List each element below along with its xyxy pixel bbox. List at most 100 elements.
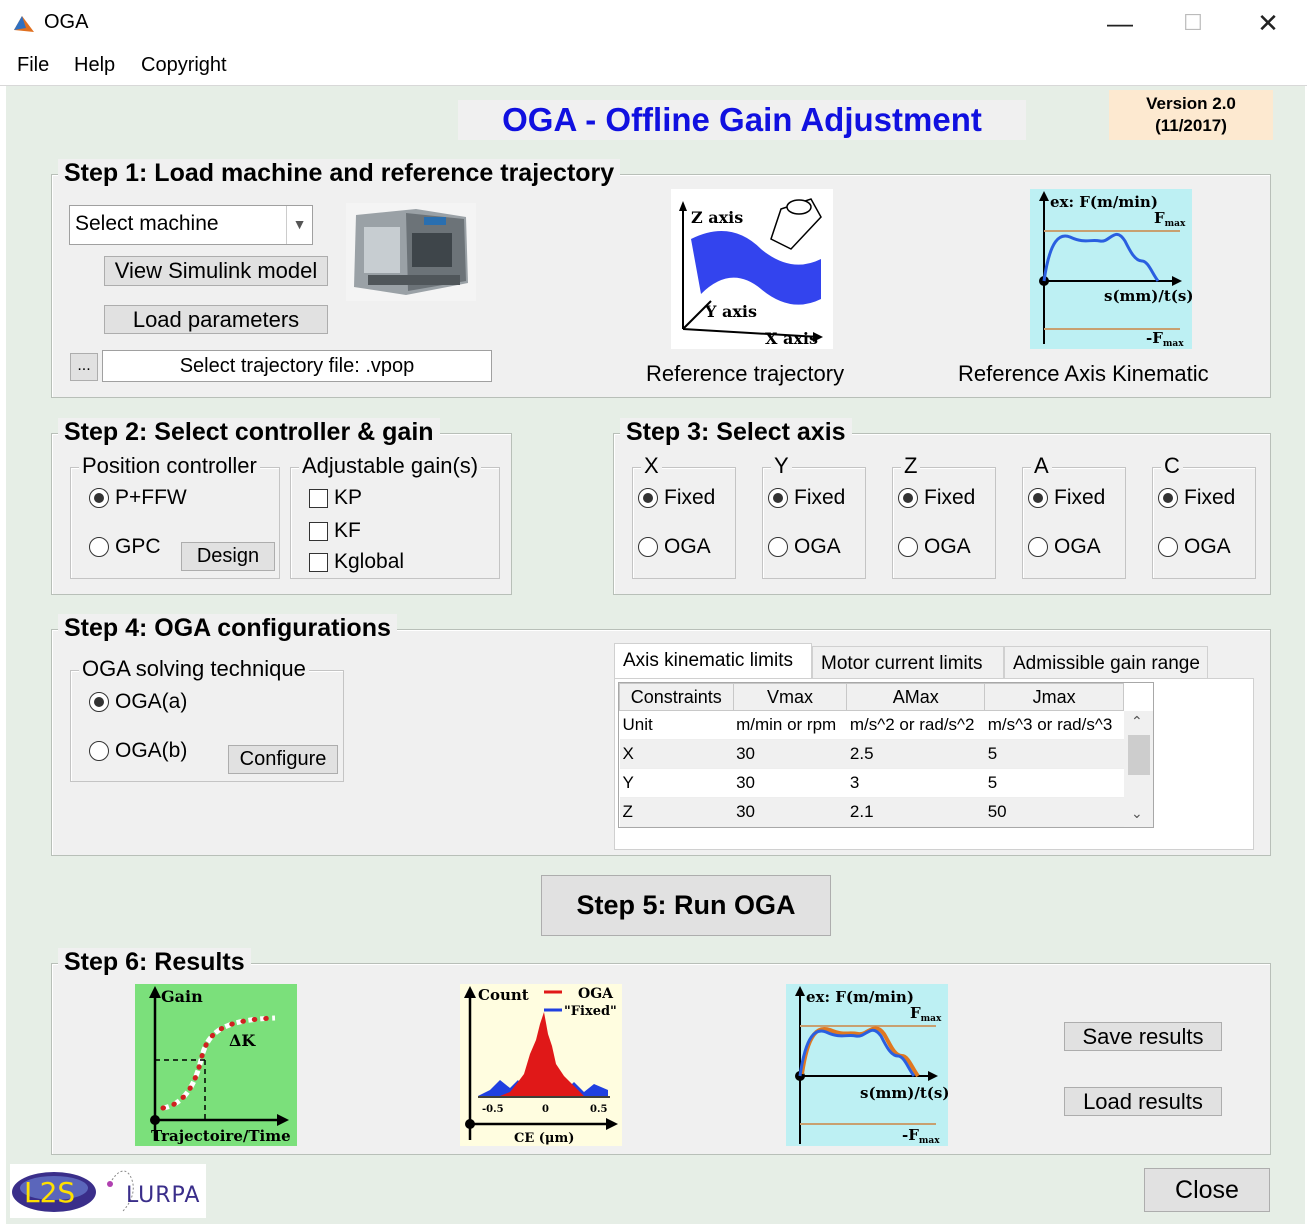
scroll-thumb[interactable] <box>1128 735 1150 775</box>
checkbox-kf[interactable]: KF <box>309 519 361 543</box>
checkbox-kglobal[interactable]: Kglobal <box>309 550 404 574</box>
menu-bar: File Help Copyright <box>0 46 1307 86</box>
browse-trajectory-button[interactable]: ... <box>70 353 98 381</box>
radio-oga[interactable]: OGA <box>1028 535 1101 559</box>
radio-oga-b-label: OGA(b) <box>115 739 188 762</box>
tab-axis-kinematic-limits[interactable]: Axis kinematic limits <box>614 643 812 679</box>
radio-fixed[interactable]: Fixed <box>1158 486 1235 510</box>
radio-fixed[interactable]: Fixed <box>638 486 715 510</box>
menu-file[interactable]: File <box>17 54 49 77</box>
position-controller-group: Position controller P+FFW GPC Design <box>70 453 280 579</box>
table-cell[interactable]: Y <box>619 768 734 798</box>
table-cell[interactable]: 3 <box>846 768 985 798</box>
ref-trajectory-caption: Reference trajectory <box>646 361 845 386</box>
radio-dot <box>1028 488 1048 508</box>
configure-button[interactable]: Configure <box>228 745 338 774</box>
radio-oga-a[interactable]: OGA(a) <box>89 690 187 714</box>
load-results-button[interactable]: Load results <box>1064 1087 1222 1116</box>
column-header: Vmax <box>732 683 848 711</box>
version-text: Version 2.0 <box>1146 94 1236 113</box>
tab-motor-current-limits[interactable]: Motor current limits <box>812 646 1004 680</box>
radio-gpc[interactable]: GPC <box>89 535 161 559</box>
table-cell[interactable]: 50 <box>984 797 1124 827</box>
radio-oga[interactable]: OGA <box>768 535 841 559</box>
oga-solving-group: OGA solving technique OGA(a) OGA(b) Conf… <box>70 656 344 782</box>
hist-legend-fixed: "Fixed" <box>564 1004 617 1019</box>
step3-title: Step 3: Select axis <box>620 418 852 447</box>
tab-admissible-gain-range[interactable]: Admissible gain range <box>1004 646 1208 680</box>
table-cell[interactable]: 30 <box>733 739 847 769</box>
hist-tick-pos: 0.5 <box>590 1104 607 1115</box>
table-cell[interactable]: X <box>619 739 734 769</box>
machine-select[interactable]: Select machine ▼ <box>69 205 313 245</box>
axis-group-c: C Fixed OGA <box>1152 453 1256 579</box>
radio-oga[interactable]: OGA <box>898 535 971 559</box>
radio-dot <box>638 537 658 557</box>
radio-oga[interactable]: OGA <box>638 535 711 559</box>
maximize-button[interactable]: ☐ <box>1170 4 1216 42</box>
table-cell[interactable]: 2.5 <box>846 739 985 769</box>
radio-oga-label: OGA <box>794 535 841 558</box>
close-button[interactable]: Close <box>1144 1168 1270 1212</box>
close-window-button[interactable]: ✕ <box>1245 4 1291 42</box>
machine-image <box>346 203 476 301</box>
radio-fixed[interactable]: Fixed <box>898 486 975 510</box>
axis-label: Z <box>901 453 921 479</box>
radio-dot <box>89 741 109 761</box>
kin2-x-label: s(mm)/t(s) <box>860 1084 948 1102</box>
figure-area: OGA - Offline Gain Adjustment Version 2.… <box>6 86 1305 1224</box>
axis-label: X <box>641 453 662 479</box>
radio-dot <box>638 488 658 508</box>
step4-panel: Step 4: OGA configurations OGA solving t… <box>51 614 1271 856</box>
table-cell[interactable]: Z <box>619 797 734 827</box>
table-cell[interactable]: 5 <box>984 768 1124 798</box>
table-cell[interactable]: m/s^3 or rad/s^3 <box>984 710 1124 740</box>
save-results-button[interactable]: Save results <box>1064 1022 1222 1051</box>
radio-oga-b[interactable]: OGA(b) <box>89 739 187 763</box>
reference-trajectory-image: Z axis Y axis X axis <box>671 189 833 349</box>
table-cell[interactable]: 2.1 <box>846 797 985 827</box>
load-parameters-button[interactable]: Load parameters <box>104 305 328 334</box>
run-oga-button[interactable]: Step 5: Run OGA <box>541 875 831 936</box>
radio-fixed[interactable]: Fixed <box>768 486 845 510</box>
radio-dot <box>1158 537 1178 557</box>
table-row[interactable]: Z 30 2.1 50 <box>619 797 1124 827</box>
table-cell[interactable]: 30 <box>733 797 847 827</box>
menu-copyright[interactable]: Copyright <box>141 54 227 77</box>
table-row[interactable]: Unit m/min or rpm m/s^2 or rad/s^2 m/s^3 or… <box>619 710 1124 740</box>
trajectory-file-field[interactable]: Select trajectory file: .vpop <box>102 350 492 382</box>
scroll-down-icon[interactable]: ⌄ <box>1131 805 1143 822</box>
table-cell[interactable]: 30 <box>733 768 847 798</box>
tab-content: Constraints Vmax AMax Jmax Unit m/min or rpm… <box>614 678 1254 850</box>
radio-fixed[interactable]: Fixed <box>1028 486 1105 510</box>
radio-oga-label: OGA <box>1184 535 1231 558</box>
table-cell[interactable]: m/s^2 or rad/s^2 <box>846 710 985 740</box>
step1-title: Step 1: Load machine and reference traje… <box>58 159 621 188</box>
minimize-button[interactable]: — <box>1097 4 1143 42</box>
radio-fixed-label: Fixed <box>1184 486 1236 509</box>
checkbox-box <box>309 488 328 508</box>
checkbox-kp[interactable]: KP <box>309 486 362 510</box>
design-button[interactable]: Design <box>181 542 275 571</box>
table-cell[interactable]: m/min or rpm <box>733 710 847 740</box>
table-cell[interactable]: Unit <box>619 710 734 740</box>
radio-oga[interactable]: OGA <box>1158 535 1231 559</box>
l2s-logo: L2S LURPA <box>12 1170 199 1213</box>
scroll-up-icon[interactable]: ⌃ <box>1131 713 1143 730</box>
view-simulink-button[interactable]: View Simulink model <box>104 256 328 286</box>
app-title-box: OGA - Offline Gain Adjustment <box>458 100 1026 140</box>
radio-dot <box>89 692 109 712</box>
svg-text:L2S: L2S <box>24 1176 75 1209</box>
menu-help[interactable]: Help <box>74 54 115 77</box>
kinematic-limits-table-frame: Constraints Vmax AMax Jmax Unit m/min or rpm… <box>618 682 1154 828</box>
table-row[interactable]: Y 30 3 5 <box>619 768 1124 798</box>
matlab-icon <box>14 16 34 32</box>
table-cell[interactable]: 5 <box>984 739 1124 769</box>
chevron-down-icon: ▼ <box>286 206 312 244</box>
table-row[interactable]: X 30 2.5 5 <box>619 739 1124 769</box>
kin-x-label: s(mm)/t(s) <box>1104 287 1192 305</box>
kin2-fmin-label: -Fmax <box>902 1126 940 1146</box>
table-scrollbar[interactable]: ⌃ ⌄ <box>1124 711 1153 827</box>
radio-pffw[interactable]: P+FFW <box>89 486 187 510</box>
radio-oga-label: OGA <box>924 535 971 558</box>
